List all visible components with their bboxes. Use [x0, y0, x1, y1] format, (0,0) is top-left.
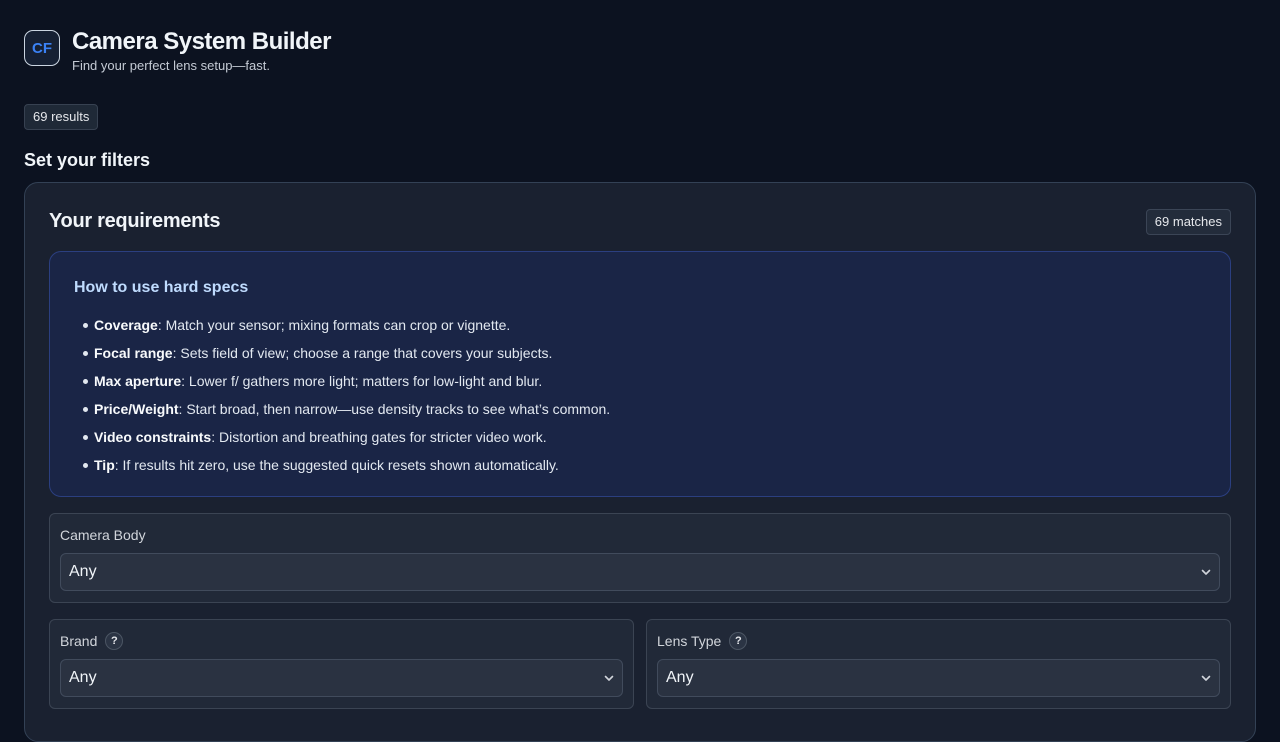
- chevron-down-icon: [1201, 675, 1211, 681]
- help-item: Video constraints: Distortion and breath…: [74, 423, 1206, 451]
- camera-body-select[interactable]: Any: [60, 553, 1220, 591]
- help-item-text: : Lower f/ gathers more light; matters f…: [181, 373, 543, 389]
- lens-type-label: Lens Type ?: [657, 631, 1220, 651]
- brand-value: Any: [69, 669, 97, 686]
- help-item: Focal range: Sets field of view; choose …: [74, 339, 1206, 367]
- matches-badge: 69 matches: [1145, 209, 1231, 235]
- help-item-text: : Distortion and breathing gates for str…: [211, 429, 547, 445]
- help-icon[interactable]: ?: [105, 632, 124, 650]
- title-block: Camera System Builder Find your perfect …: [72, 28, 331, 73]
- help-item-term: Price/Weight: [94, 401, 179, 417]
- help-list: Coverage: Match your sensor; mixing form…: [74, 311, 1206, 479]
- help-item-text: : Sets field of view; choose a range tha…: [172, 345, 553, 361]
- help-title: How to use hard specs: [74, 279, 249, 296]
- help-item: Coverage: Match your sensor; mixing form…: [74, 311, 1206, 339]
- results-count-badge: 69 results: [24, 104, 99, 130]
- help-item-term: Coverage: [94, 317, 158, 333]
- camera-body-field: Camera Body Any: [49, 513, 1231, 603]
- brand-field: Brand ? Any: [49, 619, 634, 709]
- help-item: Max aperture: Lower f/ gathers more ligh…: [74, 367, 1206, 395]
- lens-type-select[interactable]: Any: [657, 659, 1220, 697]
- camera-body-value: Any: [69, 563, 97, 580]
- app-logo: CF: [24, 30, 60, 66]
- chevron-down-icon: [1201, 569, 1211, 575]
- lens-type-field: Lens Type ? Any: [646, 619, 1231, 709]
- help-item-term: Tip: [94, 457, 115, 473]
- brand-select[interactable]: Any: [60, 659, 623, 697]
- app-subtitle: Find your perfect lens setup—fast.: [72, 58, 270, 73]
- app-header: CF Camera System Builder Find your perfe…: [24, 28, 331, 73]
- app-title: Camera System Builder: [72, 28, 331, 55]
- help-item-term: Max aperture: [94, 373, 182, 389]
- help-item-term: Focal range: [94, 345, 173, 361]
- help-item-text: : Start broad, then narrow—use density t…: [178, 401, 611, 417]
- brand-label-text: Brand: [60, 633, 98, 649]
- lens-type-label-text: Lens Type: [657, 633, 722, 649]
- help-item-term: Video constraints: [94, 429, 212, 445]
- lens-type-value: Any: [666, 669, 694, 686]
- help-panel: How to use hard specs Coverage: Match yo…: [49, 251, 1231, 497]
- help-item: Tip: If results hit zero, use the sugges…: [74, 451, 1206, 479]
- chevron-down-icon: [604, 675, 614, 681]
- card-title: Your requirements: [49, 210, 221, 232]
- help-item-text: : If results hit zero, use the suggested…: [114, 457, 559, 473]
- camera-body-label: Camera Body: [60, 525, 1220, 545]
- brand-label: Brand ?: [60, 631, 623, 651]
- requirements-card: Your requirements 69 matches How to use …: [24, 182, 1256, 742]
- help-icon[interactable]: ?: [729, 632, 748, 650]
- camera-body-label-text: Camera Body: [60, 527, 146, 543]
- help-item: Price/Weight: Start broad, then narrow—u…: [74, 395, 1206, 423]
- help-item-text: : Match your sensor; mixing formats can …: [157, 317, 511, 333]
- section-title: Set your filters: [24, 150, 151, 170]
